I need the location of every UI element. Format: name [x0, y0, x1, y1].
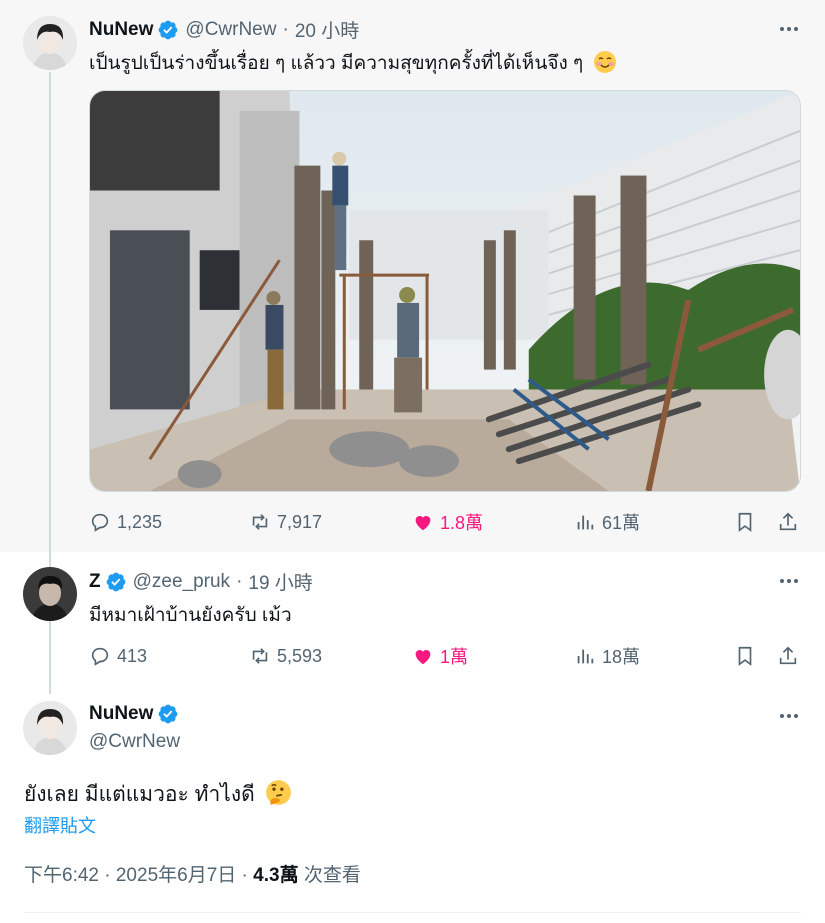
bookmark-button[interactable]	[734, 641, 762, 671]
more-options-icon[interactable]	[777, 17, 801, 41]
tweet-3-text: ยังเลย มีแต่แมวอะ ทำไงดี	[24, 778, 292, 811]
handle[interactable]: @CwrNew	[89, 731, 180, 753]
repost-icon	[252, 514, 268, 530]
tweet-3-handle-row: @CwrNew	[89, 731, 180, 753]
reply-count: 413	[117, 645, 148, 666]
post-meta: 下午6:42 · 2025年6月7日 · 4.3萬 次查看	[24, 860, 361, 887]
tweet-1-actions: 1,235 7,917 1.8萬 61萬	[89, 507, 801, 537]
thinking-face-emoji	[265, 780, 291, 805]
smiling-face-with-blush-emoji	[593, 51, 616, 73]
timestamp[interactable]: 20 小時	[295, 16, 359, 43]
like-count: 1萬	[440, 647, 469, 667]
separator-dot: ·	[282, 18, 289, 40]
repost-count: 5,593	[277, 645, 323, 666]
bookmark-icon	[738, 512, 752, 532]
tweet-3-name-row: NuNew	[89, 703, 185, 725]
repost-count: 7,917	[277, 511, 323, 532]
reply-button[interactable]: 1,235	[89, 507, 162, 537]
handle[interactable]: @zee_pruk	[133, 571, 230, 593]
repost-button[interactable]: 7,917	[249, 507, 322, 537]
share-icon	[779, 646, 797, 665]
separator-dot: ·	[236, 570, 243, 592]
display-name[interactable]: Z	[89, 571, 101, 593]
repost-icon	[252, 648, 268, 664]
view-count: 4.3萬	[253, 865, 299, 886]
post-timestamp[interactable]: 下午6:42 · 2025年6月7日 ·	[24, 865, 253, 886]
display-name[interactable]: NuNew	[89, 19, 153, 41]
heart-filled-icon	[415, 650, 431, 665]
views-chart-icon	[577, 649, 594, 664]
tweet-2-text: มีหมาเฝ้าบ้านยังครับ เม้ว	[89, 605, 292, 626]
reply-count: 1,235	[117, 511, 163, 532]
avatar-nunew[interactable]	[23, 16, 77, 70]
more-options-icon[interactable]	[777, 569, 801, 593]
share-button[interactable]	[777, 641, 805, 671]
views-count: 18萬	[602, 647, 641, 667]
views-chart-icon	[577, 515, 594, 530]
reply-button[interactable]: 413	[89, 641, 147, 671]
verified-badge-icon	[159, 704, 178, 724]
tweet-1-text: เป็นรูปเป็นร่างขึ้นเรื่อย ๆ แล้วว มีความ…	[89, 48, 617, 78]
tweet-2-actions: 413 5,593 1萬 18萬	[89, 641, 801, 671]
verified-badge-icon	[106, 572, 126, 591]
heart-filled-icon	[415, 516, 431, 531]
timestamp[interactable]: 19 小時	[248, 568, 312, 595]
more-options-icon[interactable]	[777, 704, 801, 728]
like-button[interactable]: 1.8萬	[412, 507, 483, 537]
avatar-zee[interactable]	[23, 567, 77, 621]
display-name[interactable]: NuNew	[89, 703, 153, 725]
like-button[interactable]: 1萬	[412, 641, 468, 671]
reply-icon	[91, 513, 109, 532]
avatar-nunew[interactable]	[23, 701, 77, 755]
views-label: 次查看	[298, 865, 361, 886]
share-icon	[779, 512, 797, 531]
tweet-text: ยังเลย มีแต่แมวอะ ทำไงดี	[24, 783, 255, 806]
verified-badge-icon	[159, 20, 178, 39]
views-button[interactable]: 61萬	[574, 507, 640, 537]
translate-post-link[interactable]: 翻譯貼文	[24, 812, 96, 838]
reply-icon	[91, 647, 109, 666]
tweet-1-header: NuNew @CwrNew · 20 小時	[89, 16, 359, 43]
tweet-text: เป็นรูปเป็นร่างขึ้นเรื่อย ๆ แล้วว มีความ…	[89, 53, 584, 74]
tweet-photo[interactable]	[89, 90, 801, 492]
views-count: 61萬	[602, 513, 641, 533]
handle[interactable]: @CwrNew	[185, 19, 276, 41]
divider	[24, 912, 801, 913]
tweet-2-header: Z @zee_pruk · 19 小時	[89, 568, 313, 595]
bookmark-icon	[738, 646, 752, 666]
share-button[interactable]	[777, 507, 805, 537]
repost-button[interactable]: 5,593	[249, 641, 322, 671]
bookmark-button[interactable]	[734, 507, 762, 537]
like-count: 1.8萬	[440, 513, 484, 533]
views-button[interactable]: 18萬	[574, 641, 640, 671]
